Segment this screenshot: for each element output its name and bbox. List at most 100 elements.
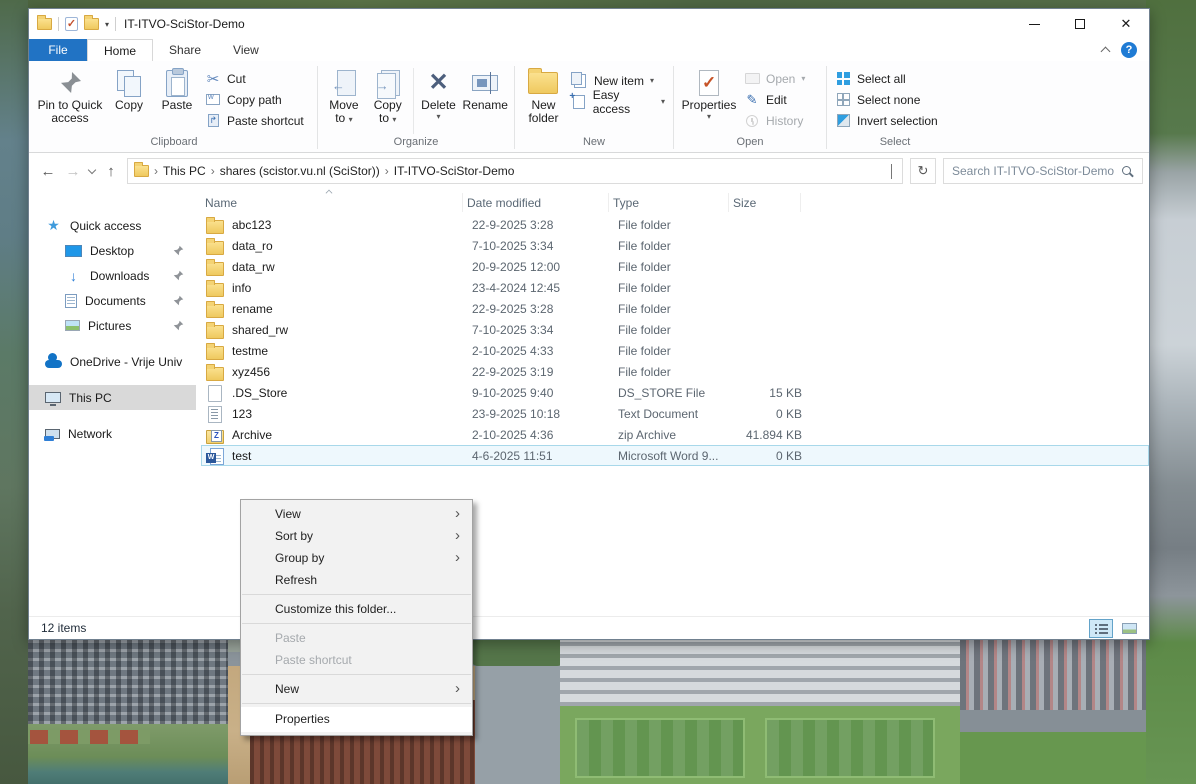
context-menu-item[interactable]: Properties › <box>241 707 472 732</box>
context-menu-item[interactable]: Paste shortcut › <box>241 649 472 671</box>
cut-button[interactable]: ✂ Cut <box>201 68 308 89</box>
recent-locations-icon[interactable] <box>88 165 96 173</box>
context-menu-item[interactable]: › <box>242 594 471 595</box>
sidebar-item[interactable]: Downloads <box>29 263 196 288</box>
tab-file[interactable]: File <box>29 39 87 61</box>
forward-button[interactable]: → <box>64 163 82 180</box>
copy-icon <box>117 70 141 96</box>
details-view-button[interactable] <box>1089 619 1113 638</box>
invert-selection-button[interactable]: Invert selection <box>831 110 942 131</box>
back-button[interactable]: ← <box>39 163 57 180</box>
breadcrumb-segment[interactable]: › IT-ITVO-SciStor-Demo <box>385 164 515 178</box>
file-row[interactable]: 123 23-9-2025 10:18 Text Document 0 KB <box>201 403 1149 424</box>
pin-icon <box>173 320 184 331</box>
rename-button[interactable]: Rename <box>460 66 510 112</box>
paste-shortcut-button[interactable]: Paste shortcut <box>201 110 308 131</box>
context-menu-item[interactable]: Paste › <box>241 627 472 649</box>
context-menu-item[interactable]: Sort by › <box>241 525 472 547</box>
close-button[interactable]: ✕ <box>1103 9 1149 39</box>
properties-button[interactable]: Properties ▾ <box>678 66 740 121</box>
file-row[interactable]: shared_rw 7-10-2025 3:34 File folder <box>201 319 1149 340</box>
open-small-buttons: Open ▾ ✎ Edit History <box>740 66 809 131</box>
file-row[interactable]: xyz456 22-9-2025 3:19 File folder <box>201 361 1149 382</box>
search-icon[interactable] <box>1121 165 1134 178</box>
separator <box>413 68 414 134</box>
open-button[interactable]: Open ▾ <box>740 68 809 89</box>
maximize-button[interactable] <box>1057 9 1103 39</box>
address-box[interactable]: › This PC › shares (scistor.vu.nl (SciSt… <box>127 158 903 184</box>
breadcrumb-segment[interactable]: › shares (scistor.vu.nl (SciStor)) <box>211 164 380 178</box>
paste-button[interactable]: Paste <box>153 66 201 112</box>
paste-icon <box>166 70 188 97</box>
breadcrumb-segment[interactable]: › This PC <box>154 164 206 178</box>
file-row[interactable]: rename 22-9-2025 3:28 File folder <box>201 298 1149 319</box>
tab-home[interactable]: Home <box>87 39 153 61</box>
search-input[interactable] <box>952 164 1121 178</box>
sidebar-item[interactable]: Documents <box>29 288 196 313</box>
pin-icon <box>173 245 184 256</box>
status-bar: 12 items <box>29 616 1149 639</box>
file-row[interactable]: info 23-4-2024 12:45 File folder <box>201 277 1149 298</box>
open-group-label: Open <box>674 136 826 152</box>
sidebar-item[interactable]: Quick access <box>29 213 196 238</box>
new-folder-button[interactable]: New folder <box>519 66 568 126</box>
context-menu-item[interactable]: › <box>242 623 471 624</box>
copy-path-button[interactable]: Copy path <box>201 89 308 110</box>
minimize-button[interactable] <box>1011 9 1057 39</box>
sidebar-item[interactable]: OneDrive - Vrije Univ <box>29 349 196 374</box>
sidebar-item-icon <box>65 268 82 283</box>
sidebar-item[interactable]: This PC <box>29 385 196 410</box>
wallpaper-sports-field-1 <box>575 718 745 778</box>
copy-to-button[interactable]: → Copy to ▾ <box>366 66 410 126</box>
file-row[interactable]: Archive 2-10-2025 4:36 zip Archive 41.89… <box>201 424 1149 445</box>
select-none-button[interactable]: Select none <box>831 89 942 110</box>
file-row[interactable]: test 4-6-2025 11:51 Microsoft Word 9... … <box>201 445 1149 466</box>
context-menu-item[interactable]: Customize this folder... › <box>241 598 472 620</box>
column-header-date-modified[interactable]: Date modified <box>463 193 609 212</box>
up-button[interactable]: ↑ <box>102 163 120 180</box>
move-to-button[interactable]: ← Move to ▾ <box>322 66 366 126</box>
copy-button[interactable]: Copy <box>105 66 153 112</box>
sidebar-item[interactable]: Pictures <box>29 313 196 338</box>
organize-body: ← Move to ▾ → Copy to ▾ ✕ Delete ▾ Renam… <box>318 63 514 136</box>
delete-button[interactable]: ✕ Delete ▾ <box>417 66 461 121</box>
context-menu-item[interactable]: Group by › <box>241 547 472 569</box>
context-menu-item[interactable]: › <box>242 703 471 704</box>
context-menu-item[interactable]: › <box>242 674 471 675</box>
address-dropdown-button[interactable] <box>885 164 898 178</box>
column-header-type[interactable]: Type <box>609 193 729 212</box>
file-row[interactable]: testme 2-10-2025 4:33 File folder <box>201 340 1149 361</box>
sidebar-item[interactable]: Desktop <box>29 238 196 263</box>
open-body: Properties ▾ Open ▾ ✎ Edit Hist <box>674 63 826 136</box>
sidebar-item[interactable]: Network <box>29 421 196 446</box>
thumbnails-view-button[interactable] <box>1117 619 1141 638</box>
collapse-ribbon-icon[interactable] <box>1101 47 1111 57</box>
context-menu-item[interactable]: View › <box>241 503 472 525</box>
select-all-button[interactable]: Select all <box>831 68 942 89</box>
clipboard-body: Pin to Quick access Copy Paste ✂ Cut <box>31 63 317 136</box>
column-header-size[interactable]: Size <box>729 193 801 212</box>
address-bar: ← → ↑ › This PC › shares (scistor.vu.nl … <box>29 153 1149 189</box>
new-folder-quick-icon[interactable] <box>84 18 99 30</box>
file-row[interactable]: data_ro 7-10-2025 3:34 File folder <box>201 235 1149 256</box>
file-row[interactable]: data_rw 20-9-2025 12:00 File folder <box>201 256 1149 277</box>
properties-quick-icon[interactable]: ✓ <box>65 17 78 31</box>
easy-access-button[interactable]: Easy access ▾ <box>568 91 669 112</box>
file-row[interactable]: .DS_Store 9-10-2025 9:40 DS_STORE File 1… <box>201 382 1149 403</box>
customize-toolbar-caret-icon[interactable]: ▾ <box>105 20 109 29</box>
refresh-button[interactable]: ↻ <box>910 158 936 184</box>
edit-button[interactable]: ✎ Edit <box>740 89 809 110</box>
location-folder-icon <box>134 165 149 177</box>
context-menu-item[interactable]: Refresh › <box>241 569 472 591</box>
column-header-name[interactable]: Name <box>201 193 463 212</box>
context-menu-item[interactable]: New › <box>241 678 472 700</box>
ribbon: Pin to Quick access Copy Paste ✂ Cut <box>29 61 1149 153</box>
pin-to-quick-access-button[interactable]: Pin to Quick access <box>35 66 105 126</box>
organize-group-label: Organize <box>318 136 514 152</box>
history-button[interactable]: History <box>740 110 809 131</box>
tab-share[interactable]: Share <box>153 39 217 61</box>
file-row[interactable]: abc123 22-9-2025 3:28 File folder <box>201 214 1149 235</box>
help-icon[interactable]: ? <box>1121 42 1137 58</box>
tab-view[interactable]: View <box>217 39 275 61</box>
clipboard-small-buttons: ✂ Cut Copy path Paste shortcut <box>201 66 308 131</box>
